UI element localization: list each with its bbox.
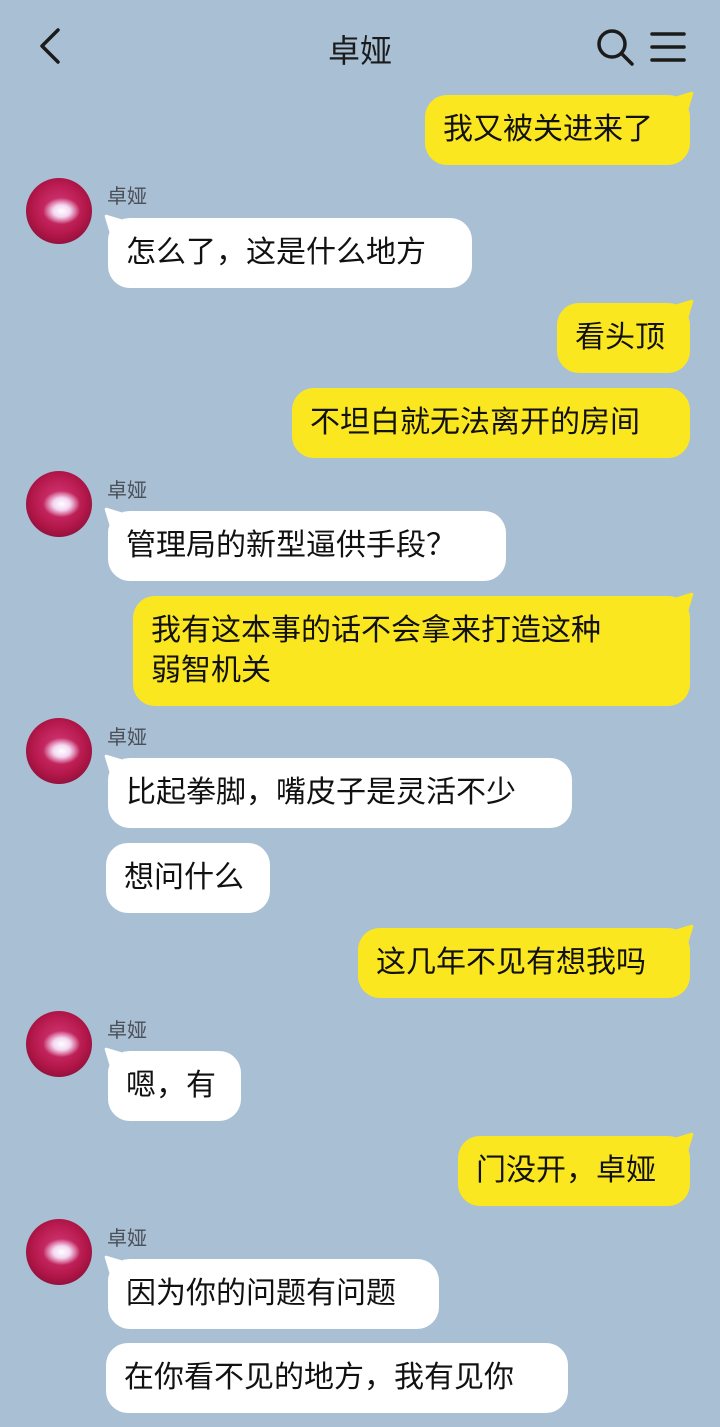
chat-header: 卓娅 xyxy=(0,0,720,92)
message-bubble-outgoing[interactable]: 我又被关进来了 xyxy=(425,95,690,165)
contact-avatar[interactable] xyxy=(26,471,92,537)
search-icon xyxy=(597,29,634,66)
message-bubble-outgoing[interactable]: 我有这本事的话不会拿来打造这种 弱智机关 xyxy=(133,596,690,706)
sender-name: 卓娅 xyxy=(107,1018,147,1042)
message-bubble-outgoing[interactable]: 这几年不见有想我吗 xyxy=(358,928,690,998)
contact-avatar[interactable] xyxy=(26,718,92,784)
menu-icon xyxy=(650,32,686,62)
search-button[interactable] xyxy=(594,26,636,68)
sender-name: 卓娅 xyxy=(107,184,147,208)
sender-name: 卓娅 xyxy=(107,478,147,502)
message-bubble-incoming[interactable]: 嗯，有 xyxy=(108,1051,241,1121)
message-bubble-outgoing[interactable]: 不坦白就无法离开的房间 xyxy=(292,388,690,458)
message-bubble-outgoing[interactable]: 门没开，卓娅 xyxy=(458,1136,690,1206)
contact-avatar[interactable] xyxy=(26,1011,92,1077)
message-bubble-incoming[interactable]: 想问什么 xyxy=(106,843,270,913)
menu-button[interactable] xyxy=(648,28,688,66)
message-line: 弱智机关 xyxy=(151,653,271,688)
message-bubble-incoming[interactable]: 在你看不见的地方，我有见你 xyxy=(106,1343,568,1413)
sender-name: 卓娅 xyxy=(107,1226,147,1250)
message-line: 我有这本事的话不会拿来打造这种 xyxy=(151,613,601,648)
contact-avatar[interactable] xyxy=(26,178,92,244)
message-bubble-outgoing[interactable]: 看头顶 xyxy=(557,303,690,373)
message-bubble-incoming[interactable]: 管理局的新型逼供手段？ xyxy=(108,511,506,581)
contact-avatar[interactable] xyxy=(26,1219,92,1285)
message-bubble-incoming[interactable]: 怎么了，这是什么地方 xyxy=(108,218,472,288)
message-bubble-incoming[interactable]: 比起拳脚，嘴皮子是灵活不少 xyxy=(108,758,572,828)
sender-name: 卓娅 xyxy=(107,725,147,749)
message-bubble-incoming[interactable]: 因为你的问题有问题 xyxy=(108,1259,439,1329)
